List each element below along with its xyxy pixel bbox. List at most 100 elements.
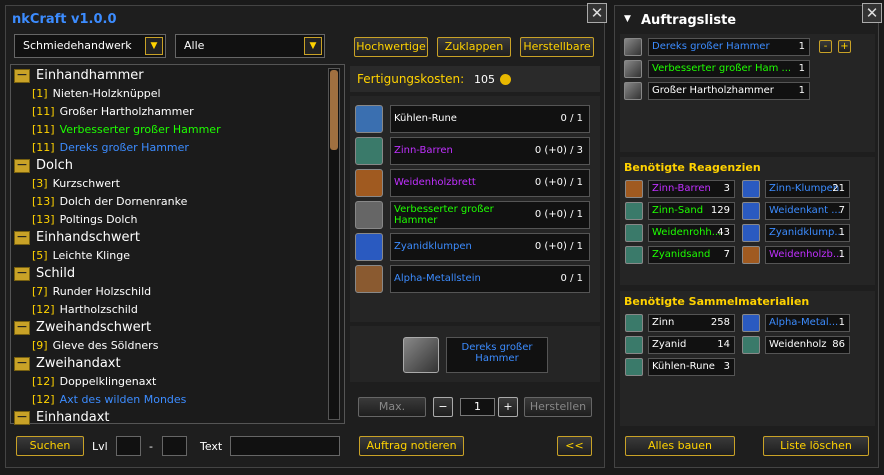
- product-name: Dereks großer Hammer: [446, 337, 548, 373]
- material-name: Alpha-Metal...: [769, 317, 839, 328]
- recipe-name: Axt des wilden Mondes: [59, 393, 187, 406]
- material-count: 129: [710, 205, 730, 216]
- recipe-item[interactable]: [13] Poltings Dolch: [32, 211, 137, 229]
- lvl-max-input[interactable]: [162, 436, 187, 456]
- material-count: 258: [710, 317, 730, 328]
- filter-dropdown[interactable]: Alle ▼: [175, 34, 325, 58]
- order-item[interactable]: Verbesserter großer Ham ... 1: [648, 60, 810, 78]
- clear-list-button[interactable]: Liste löschen: [763, 436, 869, 456]
- collapse-button[interactable]: Zuklappen: [437, 37, 511, 57]
- reagent-icon[interactable]: [355, 137, 383, 165]
- reagent-row: Verbesserter großer Hammer 0 (+0) / 1: [355, 201, 595, 231]
- material-slot: Zyanidklump... 1: [765, 224, 850, 242]
- reagent-name: Zinn-Barren: [394, 145, 453, 156]
- category-3[interactable]: − Schild: [14, 265, 75, 283]
- order-name: Großer Hartholzhammer: [652, 85, 774, 96]
- collapse-icon[interactable]: −: [14, 320, 30, 335]
- hammer-icon[interactable]: [624, 38, 642, 56]
- collapse-icon[interactable]: −: [14, 158, 30, 173]
- order-item[interactable]: Dereks großer Hammer 1: [648, 38, 810, 56]
- craftable-button[interactable]: Herstellbare: [520, 37, 594, 57]
- category-4[interactable]: − Zweihandschwert: [14, 319, 151, 337]
- material-slot: Weidenrohh... 43: [648, 224, 735, 242]
- material-count: 3: [723, 361, 730, 372]
- max-button[interactable]: Max.: [358, 397, 426, 417]
- order-button[interactable]: Auftrag notieren: [359, 436, 464, 456]
- reagent-icon[interactable]: [355, 201, 383, 229]
- recipe-name: Poltings Dolch: [59, 213, 138, 226]
- recipe-item[interactable]: [5] Leichte Klinge: [32, 247, 130, 265]
- category-1[interactable]: − Dolch: [14, 157, 73, 175]
- orders-title: Auftragsliste: [641, 13, 737, 28]
- recipe-item[interactable]: [9] Gleve des Söldners: [32, 337, 158, 355]
- order-plus-button[interactable]: +: [838, 40, 851, 53]
- material-name: Zyanid: [652, 339, 687, 350]
- collapse-icon[interactable]: −: [14, 230, 30, 245]
- profession-dropdown[interactable]: Schmiedehandwerk ▼: [14, 34, 166, 58]
- quantity-input[interactable]: 1: [460, 398, 495, 416]
- recipe-item[interactable]: [7] Runder Holzschild: [32, 283, 151, 301]
- collapse-icon[interactable]: −: [14, 68, 30, 83]
- reagent-icon[interactable]: [355, 105, 383, 133]
- order-item[interactable]: Großer Hartholzhammer 1: [648, 82, 810, 100]
- recipe-name: Leichte Klinge: [52, 249, 130, 262]
- scrollbar-thumb[interactable]: [330, 70, 338, 150]
- back-button[interactable]: <<: [557, 436, 592, 456]
- category-5[interactable]: − Zweihandaxt: [14, 355, 121, 373]
- quality-button[interactable]: Hochwertige: [354, 37, 428, 57]
- reagent-icon[interactable]: [355, 233, 383, 261]
- recipe-item[interactable]: [12] Axt des wilden Mondes: [32, 391, 186, 409]
- recipe-item[interactable]: [12] Hartholzschild: [32, 301, 138, 319]
- hammer-icon[interactable]: [624, 60, 642, 78]
- reagent-row: Zyanidklumpen 0 (+0) / 1: [355, 233, 595, 263]
- reagent-slot: Alpha-Metallstein 0 / 1: [390, 265, 590, 293]
- material-slot: Zinn-Sand 129: [648, 202, 735, 220]
- lvl-label: Lvl: [92, 440, 108, 453]
- material-slot: Kühlen-Rune 3: [648, 358, 735, 376]
- recipe-item[interactable]: [13] Dolch der Dornenranke: [32, 193, 187, 211]
- quantity-minus-button[interactable]: −: [433, 397, 453, 417]
- build-all-button[interactable]: Alles bauen: [625, 436, 735, 456]
- recipe-item[interactable]: [11] Großer Hartholzhammer: [32, 103, 194, 121]
- material-icon: [742, 336, 760, 354]
- recipe-item[interactable]: [11] Dereks großer Hammer: [32, 139, 189, 157]
- gold-coin-icon: [500, 74, 511, 85]
- category-6[interactable]: − Einhandaxt: [14, 409, 110, 427]
- recipe-item[interactable]: [12] Doppelklingenaxt: [32, 373, 156, 391]
- recipe-item[interactable]: [3] Kurzschwert: [32, 175, 120, 193]
- reagent-slot: Kühlen-Rune 0 / 1: [390, 105, 590, 133]
- category-label: Schild: [36, 266, 76, 281]
- close-main-button[interactable]: ✕: [587, 3, 607, 23]
- recipe-item[interactable]: [11] Verbesserter großer Hammer: [32, 121, 221, 139]
- material-name: Weidenkant ...: [769, 205, 841, 216]
- category-0[interactable]: − Einhandhammer: [14, 67, 144, 85]
- recipe-level: [9]: [32, 339, 48, 352]
- recipe-item[interactable]: [1] Nieten-Holzknüppel: [32, 85, 161, 103]
- create-button[interactable]: Herstellen: [524, 397, 592, 417]
- reagent-icon[interactable]: [355, 265, 383, 293]
- material-name: Zyanidsand: [652, 249, 711, 260]
- material-count: 14: [717, 339, 730, 350]
- lvl-dash: -: [149, 440, 153, 453]
- hammer-icon[interactable]: [403, 337, 439, 373]
- order-minus-button[interactable]: -: [819, 40, 832, 53]
- filter-value: Alle: [184, 39, 205, 52]
- quantity-plus-button[interactable]: +: [498, 397, 518, 417]
- search-button[interactable]: Suchen: [16, 436, 84, 456]
- reagent-row: Kühlen-Rune 0 / 1: [355, 105, 595, 135]
- collapse-arrow-icon[interactable]: ▼: [624, 14, 631, 24]
- close-orders-button[interactable]: ✕: [862, 3, 882, 23]
- collapse-icon[interactable]: −: [14, 356, 30, 371]
- lvl-min-input[interactable]: [116, 436, 141, 456]
- text-search-input[interactable]: [230, 436, 340, 456]
- recipe-level: [7]: [32, 285, 48, 298]
- category-2[interactable]: − Einhandschwert: [14, 229, 140, 247]
- recipe-name: Dereks großer Hammer: [59, 141, 189, 154]
- material-icon: [625, 358, 643, 376]
- hammer-icon[interactable]: [624, 82, 642, 100]
- collapse-icon[interactable]: −: [14, 410, 30, 425]
- collapse-icon[interactable]: −: [14, 266, 30, 281]
- reagent-icon[interactable]: [355, 169, 383, 197]
- material-count: 1: [838, 227, 845, 238]
- cost-label: Fertigungskosten:: [357, 72, 465, 86]
